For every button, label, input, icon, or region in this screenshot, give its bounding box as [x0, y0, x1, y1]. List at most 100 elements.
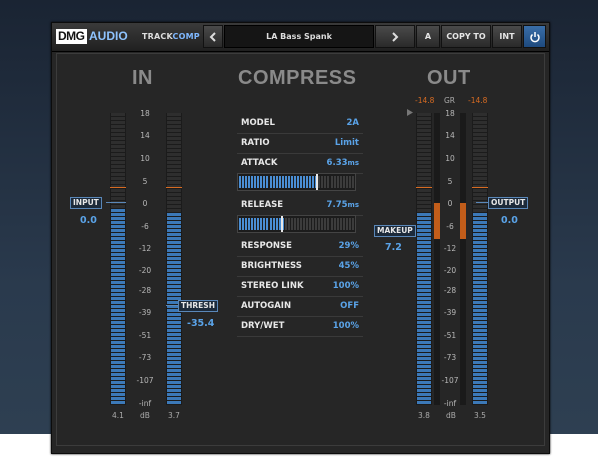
meter-segment	[417, 241, 431, 244]
meter-segment	[111, 269, 125, 272]
meter-segment	[111, 321, 125, 324]
output-left-level: 3.8	[418, 411, 430, 420]
meter-segment	[167, 149, 181, 152]
meter-segment	[473, 245, 487, 248]
next-preset-button[interactable]	[375, 25, 415, 48]
meter-segment	[417, 389, 431, 392]
param-value[interactable]: Limit	[335, 138, 359, 148]
param-value[interactable]: 45%	[339, 261, 359, 271]
meter-segment	[473, 349, 487, 352]
meter-segment	[111, 141, 125, 144]
meter-segment	[473, 237, 487, 240]
param-value-number: 100%	[332, 321, 359, 331]
gr-label: GR	[444, 96, 456, 105]
input-gain-handle[interactable]: INPUT	[70, 197, 102, 209]
scale-label: -20	[138, 266, 152, 275]
param-label: BRIGHTNESS	[241, 261, 302, 271]
meter-segment	[473, 233, 487, 236]
int-button[interactable]: INT	[492, 25, 522, 48]
meter-segment	[167, 277, 181, 280]
slider-segment	[342, 176, 345, 188]
meter-segment	[473, 273, 487, 276]
meter-segment	[111, 241, 125, 244]
attack-slider[interactable]	[237, 173, 356, 191]
param-label: AUTOGAIN	[241, 301, 292, 311]
slider-knob[interactable]	[316, 174, 318, 190]
param-value[interactable]: 100%	[333, 281, 359, 291]
slider-knob[interactable]	[281, 216, 283, 232]
thresh-handle[interactable]: THRESH	[178, 300, 218, 312]
slider-segment	[257, 176, 260, 188]
meter-segment	[473, 229, 487, 232]
meter-segment	[167, 317, 181, 320]
slider-segment	[348, 218, 351, 230]
param-value[interactable]: 2A	[347, 118, 360, 128]
meter-segment	[417, 373, 431, 376]
meter-segment	[167, 333, 181, 336]
param-value[interactable]: 7.75ms	[327, 200, 359, 210]
slider-segment	[306, 218, 309, 230]
param-row[interactable]: RESPONSE 29%	[237, 236, 363, 257]
meter-segment	[111, 373, 125, 376]
param-row[interactable]: STEREO LINK 100%	[237, 276, 363, 297]
meter-segment	[473, 317, 487, 320]
meter-segment	[167, 213, 181, 216]
param-row[interactable]: DRY/WET 100%	[237, 316, 363, 337]
meter-segment	[167, 273, 181, 276]
meter-segment	[417, 197, 431, 200]
scale-label: -12	[443, 244, 457, 253]
meter-segment	[473, 393, 487, 396]
meter-segment	[417, 161, 431, 164]
meter-segment	[167, 397, 181, 400]
meter-segment	[167, 205, 181, 208]
param-value[interactable]: 6.33ms	[327, 158, 359, 168]
meter-segment	[473, 249, 487, 252]
meter-segment	[111, 361, 125, 364]
slider-segment	[272, 218, 275, 230]
param-value[interactable]: OFF	[340, 301, 359, 311]
slider-segment	[300, 218, 302, 230]
meter-segment	[473, 225, 487, 228]
meter-segment	[473, 397, 487, 400]
slider-segment	[263, 176, 266, 188]
slider-segment	[242, 176, 245, 188]
output-gain-handle[interactable]: OUTPUT	[488, 197, 529, 209]
meter-segment	[417, 365, 431, 368]
slider-segment	[339, 218, 342, 230]
ab-button[interactable]: A	[416, 25, 440, 48]
copy-to-button[interactable]: COPY TO	[441, 25, 491, 48]
meter-segment	[473, 289, 487, 292]
preset-name-display[interactable]: LA Bass Spank	[224, 25, 374, 48]
power-icon	[529, 31, 540, 42]
meter-segment	[167, 341, 181, 344]
slider-segment	[284, 218, 287, 230]
meter-segment	[473, 177, 487, 180]
power-button[interactable]	[523, 25, 546, 48]
makeup-handle[interactable]: MAKEUP	[374, 225, 416, 237]
param-row[interactable]: AUTOGAIN OFF	[237, 296, 363, 317]
param-row[interactable]: ATTACK 6.33ms	[237, 153, 363, 174]
slider-segment	[272, 176, 275, 188]
meter-peak-line	[166, 187, 182, 188]
meter-segment	[417, 317, 431, 320]
param-value[interactable]: 29%	[339, 241, 359, 251]
param-row[interactable]: BRIGHTNESS 45%	[237, 256, 363, 277]
meter-segment	[111, 381, 125, 384]
meter-segment	[417, 349, 431, 352]
meter-segment	[417, 245, 431, 248]
scale-label: -28	[443, 286, 457, 295]
param-row[interactable]: MODEL 2A	[237, 113, 363, 134]
slider-segment	[260, 218, 263, 230]
release-slider[interactable]	[237, 215, 356, 233]
meter-segment	[417, 361, 431, 364]
param-value[interactable]: 100%	[333, 321, 359, 331]
prev-preset-button[interactable]	[203, 25, 223, 48]
meter-segment	[473, 345, 487, 348]
param-row[interactable]: RATIO Limit	[237, 133, 363, 154]
meter-segment	[167, 145, 181, 148]
meter-segment	[167, 229, 181, 232]
param-row[interactable]: RELEASE 7.75ms	[237, 195, 363, 216]
slider-segment	[275, 176, 278, 188]
meter-segment	[473, 269, 487, 272]
scale-label: -20	[443, 266, 457, 275]
